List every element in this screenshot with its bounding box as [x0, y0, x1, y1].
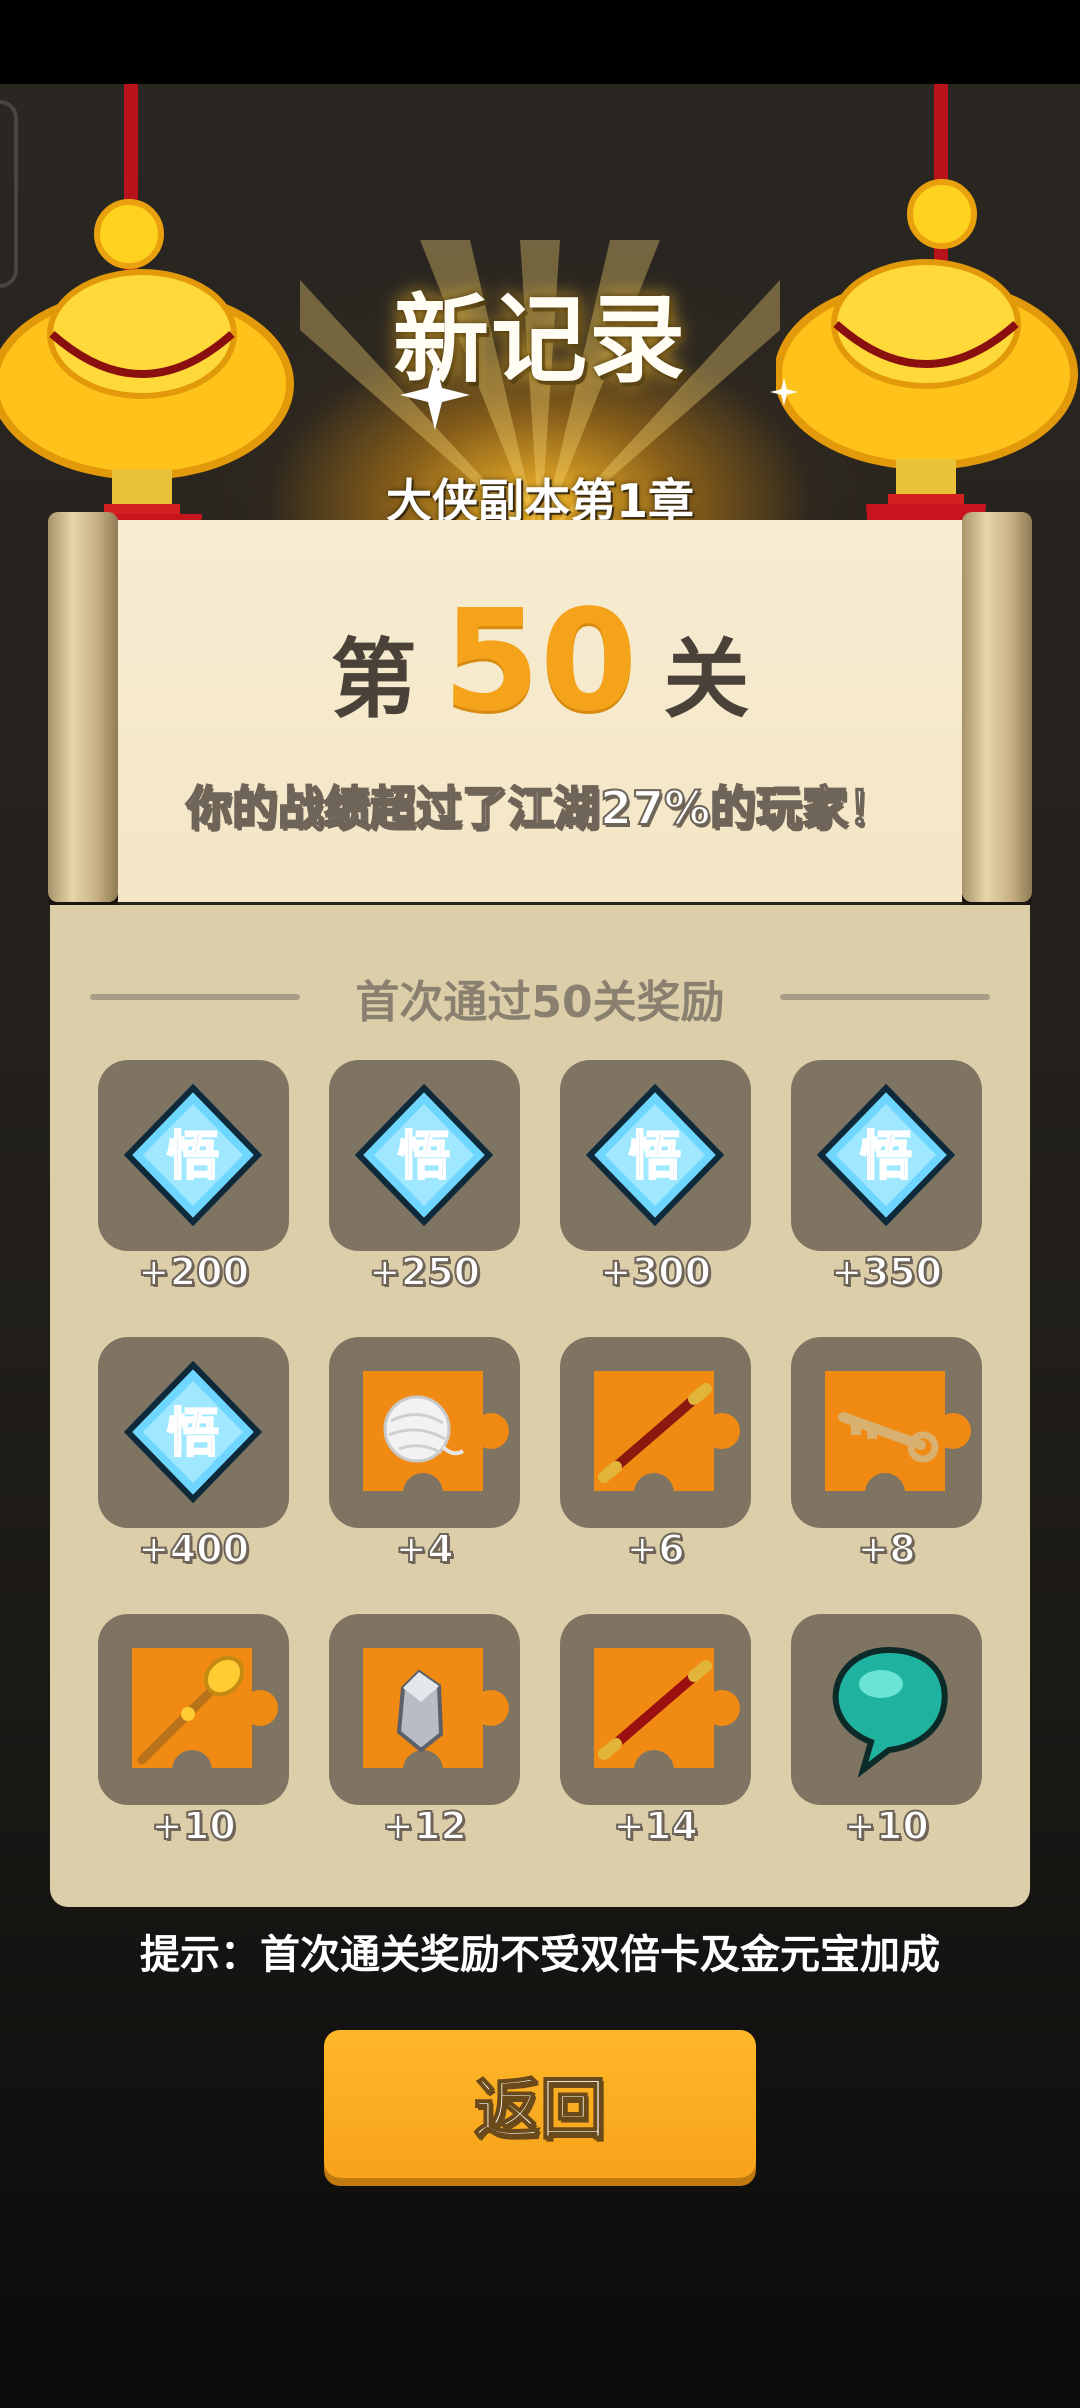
reward-tile: [791, 1614, 982, 1805]
reward-count: +10: [150, 1803, 237, 1849]
red-staff-puzzle-icon: [594, 1648, 740, 1790]
sparkle-small-icon: [770, 378, 798, 406]
reward-item[interactable]: +6: [560, 1337, 751, 1614]
tip-text: 提示：首次通关奖励不受双倍卡及金元宝加成: [140, 1932, 940, 1978]
golden-scepter-puzzle-icon: [132, 1648, 278, 1790]
svg-text:悟: 悟: [860, 1127, 912, 1187]
level-suffix: 关: [663, 630, 750, 730]
wu-gem-icon: 悟: [816, 1083, 956, 1227]
reward-item[interactable]: 悟 +400: [98, 1337, 289, 1614]
silver-ingot-puzzle-icon: [363, 1648, 509, 1790]
key-puzzle-icon: [825, 1371, 971, 1513]
wu-gem-icon: 悟: [123, 1360, 263, 1504]
reward-count: +350: [830, 1249, 943, 1295]
reward-item[interactable]: 悟 +250: [329, 1060, 520, 1337]
reward-item[interactable]: +12: [329, 1614, 520, 1891]
svg-text:悟: 悟: [167, 1404, 219, 1464]
reward-tile: [560, 1337, 751, 1528]
yarn-ball-puzzle-icon: [363, 1371, 509, 1513]
reward-count: +400: [137, 1526, 250, 1572]
reward-count: +12: [381, 1803, 468, 1849]
reward-item[interactable]: 悟 +300: [560, 1060, 751, 1337]
percentile-text: 你的战绩超过了江湖27%的玩家！: [185, 780, 895, 836]
reward-item[interactable]: +4: [329, 1337, 520, 1614]
reward-tile: [329, 1614, 520, 1805]
reward-count: +300: [599, 1249, 712, 1295]
svg-text:悟: 悟: [629, 1127, 681, 1187]
status-bar: [0, 0, 1080, 84]
reward-grid: 悟 +200 悟 +250 悟 +300 悟 +350 悟 +400 +4 +6…: [98, 1060, 982, 1890]
reward-item[interactable]: +8: [791, 1337, 982, 1614]
reward-item[interactable]: +14: [560, 1614, 751, 1891]
reward-tile: [98, 1614, 289, 1805]
reward-count: +4: [394, 1526, 454, 1572]
reward-count: +200: [137, 1249, 250, 1295]
reward-count: +250: [368, 1249, 481, 1295]
svg-text:悟: 悟: [398, 1127, 450, 1187]
reward-item[interactable]: 悟 +350: [791, 1060, 982, 1337]
reward-tile: 悟: [560, 1060, 751, 1251]
reward-count: +8: [856, 1526, 916, 1572]
level-display: 第 50 关: [0, 592, 1080, 734]
wu-gem-icon: 悟: [354, 1083, 494, 1227]
reward-tile: [791, 1337, 982, 1528]
level-number: 50: [442, 580, 638, 743]
record-title: 新记录: [393, 284, 687, 396]
reward-count: +14: [612, 1803, 699, 1849]
reward-tile: 悟: [791, 1060, 982, 1251]
rewards-title: 首次通过50关奖励: [355, 977, 725, 1028]
staff-puzzle-icon: [594, 1371, 740, 1513]
reward-count: +6: [625, 1526, 685, 1572]
wu-gem-icon: 悟: [123, 1083, 263, 1227]
back-button[interactable]: 返回: [324, 2030, 756, 2178]
reward-item[interactable]: +10: [791, 1614, 982, 1891]
level-prefix: 第: [330, 630, 417, 730]
svg-text:悟: 悟: [167, 1127, 219, 1187]
reward-tile: [560, 1614, 751, 1805]
reward-item[interactable]: 悟 +200: [98, 1060, 289, 1337]
reward-tile: 悟: [98, 1060, 289, 1251]
reward-item[interactable]: +10: [98, 1614, 289, 1891]
wu-gem-icon: 悟: [585, 1083, 725, 1227]
reward-tile: 悟: [329, 1060, 520, 1251]
teal-gem-icon: [832, 1646, 948, 1778]
sparkle-icon: [400, 360, 470, 430]
reward-tile: 悟: [98, 1337, 289, 1528]
reward-tile: [329, 1337, 520, 1528]
reward-count: +10: [843, 1803, 930, 1849]
